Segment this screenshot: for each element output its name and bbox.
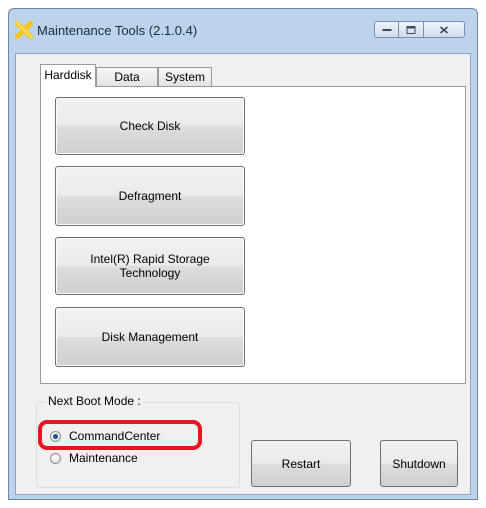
app-window: Maintenance Tools (2.1.0.4) Harddisk Dat…	[8, 8, 478, 500]
boot-mode-label: Next Boot Mode :	[46, 394, 143, 408]
tab-harddisk[interactable]: Harddisk	[40, 64, 96, 87]
harddisk-tab-panel: Check Disk Defragment Intel(R) Rapid Sto…	[40, 86, 466, 384]
tab-system[interactable]: System	[158, 67, 212, 87]
restart-button[interactable]: Restart	[251, 440, 351, 487]
title-bar[interactable]: Maintenance Tools (2.1.0.4)	[9, 9, 477, 53]
radio-unchecked-icon	[50, 452, 61, 464]
intel-rst-button[interactable]: Intel(R) Rapid Storage Technology	[55, 237, 245, 295]
red-highlight-annotation	[38, 420, 202, 450]
tools-x-icon	[15, 21, 33, 39]
check-disk-button[interactable]: Check Disk	[55, 97, 245, 155]
disk-management-button[interactable]: Disk Management	[55, 307, 245, 367]
close-button[interactable]	[423, 21, 465, 38]
minimize-icon	[382, 28, 391, 31]
tab-data[interactable]: Data	[96, 67, 158, 87]
intel-rst-label: Intel(R) Rapid Storage Technology	[90, 252, 210, 280]
close-icon	[439, 25, 449, 34]
maximize-icon	[406, 25, 416, 34]
maximize-button[interactable]	[398, 21, 424, 38]
defragment-button[interactable]: Defragment	[55, 166, 245, 226]
radio-maintenance-label: Maintenance	[69, 451, 138, 465]
client-area: Harddisk Data System Check Disk Defragme…	[15, 53, 471, 495]
shutdown-button[interactable]: Shutdown	[380, 440, 458, 487]
radio-maintenance[interactable]: Maintenance	[50, 451, 138, 465]
minimize-button[interactable]	[374, 21, 399, 38]
window-title: Maintenance Tools (2.1.0.4)	[37, 23, 198, 38]
